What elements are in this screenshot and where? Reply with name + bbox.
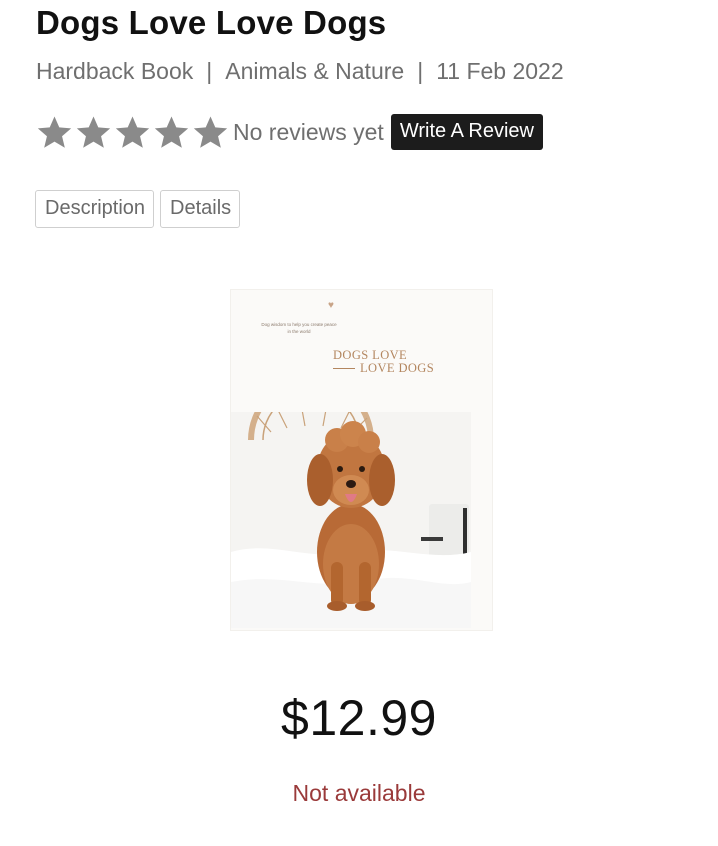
availability-status: Not available	[292, 780, 426, 806]
product-title: Dogs Love Love Dogs	[36, 4, 387, 41]
rating-row: No reviews yet Write A Review	[36, 110, 543, 154]
product-category[interactable]: Animals & Nature	[225, 58, 404, 85]
product-release-date: 11 Feb 2022	[436, 58, 564, 84]
product-tabs: Description Details	[35, 190, 241, 228]
tab-details[interactable]: Details	[160, 190, 241, 228]
product-format: Hardback Book	[36, 58, 194, 84]
heart-icon: ♥	[328, 300, 334, 311]
reviews-count-text: No reviews yet	[233, 118, 384, 145]
meta-separator: |	[417, 58, 424, 84]
meta-separator: |	[206, 58, 213, 84]
product-meta: Hardback Book | Animals & Nature | 11 Fe…	[36, 58, 564, 85]
tab-description[interactable]: Description	[35, 190, 155, 228]
cover-title-line-1: DOGS LOVE	[333, 348, 408, 362]
star-icon	[192, 114, 229, 151]
cover-tagline: Dog wisdom to help you create peace in t…	[261, 322, 337, 334]
star-icon	[153, 114, 190, 151]
cover-title: DOGS LOVE LOVE DOGS	[333, 349, 434, 374]
star-rating	[36, 114, 229, 151]
product-price: $12.99	[281, 690, 437, 746]
cover-title-line-2: LOVE DOGS	[333, 361, 434, 375]
product-page: Dogs Love Love Dogs Hardback Book | Anim…	[0, 0, 718, 846]
dog-photo	[231, 412, 471, 628]
star-icon	[75, 114, 112, 151]
star-icon	[36, 114, 73, 151]
book-cover-image: ♥ Dog wisdom to help you create peace in…	[230, 289, 493, 631]
star-icon	[114, 114, 151, 151]
write-review-button[interactable]: Write A Review	[390, 114, 543, 150]
